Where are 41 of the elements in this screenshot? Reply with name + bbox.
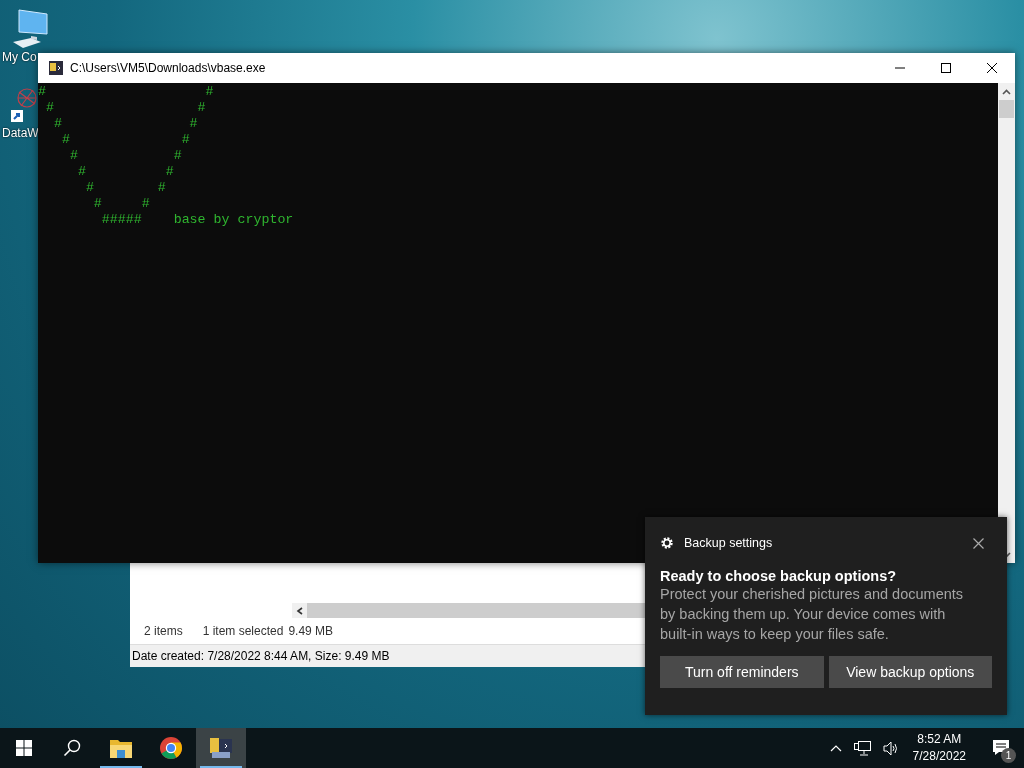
scroll-thumb[interactable] <box>999 100 1014 118</box>
search-icon <box>63 739 81 757</box>
notification-body: Protect your cherished pictures and documents by backing them up. Your device comes with built-in ways to keep your files safe. <box>660 585 965 644</box>
maximize-icon <box>941 63 951 73</box>
status-text: 1 item selected <box>202 624 284 638</box>
desktop-icon-label[interactable]: My Co <box>2 50 37 64</box>
folder-icon <box>109 737 133 759</box>
notification-button[interactable]: View backup options <box>828 656 992 688</box>
action-center-button[interactable]: 1 <box>980 728 1024 768</box>
window-title: C:\Users\VM5\Downloads\vbase.exe <box>70 61 267 75</box>
console-taskbar-button[interactable] <box>196 728 246 768</box>
notification-button[interactable]: Turn off reminders <box>660 656 824 688</box>
console-line: # # <box>44 100 206 116</box>
close-icon[interactable] <box>973 537 984 549</box>
windows-icon <box>16 740 32 756</box>
clock-time[interactable]: 8:52 AM <box>917 731 962 748</box>
notification-title: Ready to choose backup options? <box>660 568 898 584</box>
console-line: ##### base by cryptor <box>100 212 294 228</box>
details-text: Date created: 7/28/2022 8:44 AM, Size: 9.49 MB <box>132 649 390 663</box>
console-line: # # <box>52 116 198 132</box>
network-icon[interactable] <box>853 740 871 756</box>
console-line: # # <box>76 164 174 180</box>
close-icon <box>987 63 997 73</box>
console-line: # # <box>84 180 166 196</box>
clock-date[interactable]: 7/28/2022 <box>912 748 966 765</box>
console-line: # # <box>38 84 214 100</box>
settings-icon <box>660 536 674 550</box>
caret-up-icon[interactable] <box>829 744 842 752</box>
notification-app-name: Backup settings <box>684 536 774 550</box>
status-text: 2 items <box>144 624 183 638</box>
console-app-icon <box>48 60 64 76</box>
status-text: 9.49 MB <box>288 624 334 638</box>
vertical-scrollbar[interactable] <box>998 83 1015 563</box>
desktop-icon-label[interactable]: DataW <box>2 126 39 140</box>
console-line: # # <box>60 132 190 148</box>
notification-count-badge: 1 <box>1001 748 1016 763</box>
browser-icon <box>159 736 183 760</box>
volume-icon[interactable] <box>882 740 899 756</box>
console-line: # # <box>68 148 182 164</box>
console-line: # # <box>92 196 150 212</box>
console-app-icon <box>208 735 234 761</box>
